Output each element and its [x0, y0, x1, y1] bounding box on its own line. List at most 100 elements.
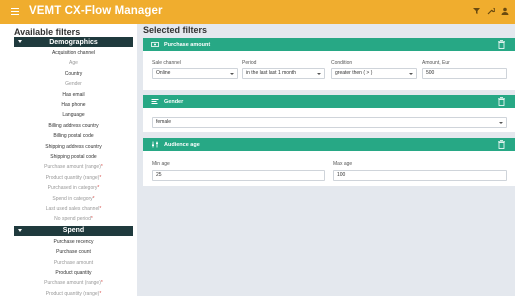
filter-item-label: Country	[64, 70, 83, 77]
gender-value: female	[156, 119, 172, 125]
filter-item[interactable]: Last used sales channel*	[14, 204, 133, 214]
condition-select[interactable]: greater then ( > )	[331, 68, 417, 79]
gender-select[interactable]: female	[152, 117, 507, 128]
chevron-down-icon	[499, 121, 503, 124]
tools-icon[interactable]	[487, 7, 496, 15]
sale-channel-value: Online	[156, 70, 171, 76]
section-header-spend[interactable]: Spend	[14, 225, 133, 236]
filter-item[interactable]: Spend in category*	[14, 194, 133, 204]
period-select[interactable]: in the last last 1 month	[242, 68, 325, 79]
filter-item[interactable]: Purchase amount	[14, 258, 133, 268]
filter-item-label: Has phone	[61, 102, 86, 108]
filter-item[interactable]: Product quantity (range)*	[14, 289, 133, 296]
filter-item-label: Purchased in category	[47, 185, 98, 192]
section-header-demographics[interactable]: Demographics	[14, 37, 133, 47]
sale-channel-select[interactable]: Online	[152, 68, 238, 79]
period-label: Period	[242, 60, 257, 66]
filter-item[interactable]: Country	[14, 69, 133, 79]
filter-item-label: Purchase recency	[53, 238, 94, 245]
filter-item[interactable]: Shipping postal code	[14, 152, 133, 162]
required-star: *	[92, 195, 95, 202]
app-title: VEMT CX-Flow Manager	[29, 5, 163, 17]
filter-item[interactable]: Purchase count	[14, 247, 133, 257]
filter-item-label: Purchase amount (range)	[44, 280, 101, 287]
filter-item[interactable]: Purchase amount (range)*	[14, 278, 133, 288]
filter-item-label: Purchase amount	[53, 259, 94, 266]
section-label: Spend	[62, 227, 85, 235]
purchase-amount-card: Purchase amount Sale channel Online Peri…	[143, 38, 515, 90]
filter-item-label: Billing address country	[48, 122, 99, 129]
top-bar: VEMT CX-Flow Manager	[0, 0, 515, 24]
required-star: *	[97, 185, 100, 192]
card-header: Purchase amount	[143, 38, 515, 51]
hamburger-menu-icon[interactable]	[11, 8, 19, 15]
filter-item-label: No spend period	[54, 216, 91, 223]
list-icon	[151, 98, 159, 105]
filter-item-label: Shipping address country	[45, 143, 102, 150]
condition-label: Condition	[331, 60, 353, 66]
condition-value: greater then ( > )	[335, 70, 373, 76]
filter-item-label: Purchase amount (range)	[44, 164, 101, 171]
card-title: Purchase amount	[164, 42, 211, 48]
filter-item-label: Product quantity (range)	[45, 174, 100, 181]
filter-item-label: Language	[62, 112, 85, 119]
section-label: Demographics	[49, 38, 98, 46]
max-age-input[interactable]: 100	[333, 170, 507, 181]
filter-item[interactable]: Age	[14, 58, 133, 68]
period-value: in the last last 1 month	[246, 70, 297, 76]
filter-item[interactable]: Purchased in category*	[14, 183, 133, 193]
header-icons	[473, 7, 509, 15]
required-star: *	[100, 280, 103, 287]
filter-item[interactable]: No spend period*	[14, 214, 133, 224]
filter-item-label: Age	[69, 60, 78, 67]
sidebar-title: Available filters	[14, 27, 81, 37]
filter-item[interactable]: Language	[14, 110, 133, 120]
filter-item[interactable]: Gender	[14, 79, 133, 89]
filter-item[interactable]: Billing address country	[14, 121, 133, 131]
card-title: Gender	[164, 99, 184, 105]
filter-item-label: Acquisition channel	[51, 50, 96, 56]
required-star: *	[99, 174, 102, 181]
available-filters-sidebar: Available filters Demographics Acquisitio…	[0, 24, 137, 296]
filter-item-label: Product quantity (range)	[45, 290, 100, 296]
page-title: Selected filters	[143, 25, 208, 35]
filter-item[interactable]: Has phone	[14, 100, 133, 110]
chevron-down-icon	[317, 72, 321, 75]
min-age-label: Min age	[152, 161, 170, 167]
min-age-input[interactable]: 25	[152, 170, 325, 181]
filter-item[interactable]: Billing postal code	[14, 131, 133, 141]
trash-icon[interactable]	[498, 97, 505, 106]
filter-item-label: Last used sales channel	[45, 206, 100, 212]
user-icon[interactable]	[501, 7, 509, 15]
filter-item[interactable]: Purchase recency	[14, 237, 133, 247]
required-star: *	[100, 164, 103, 171]
trash-icon[interactable]	[498, 40, 505, 49]
sale-channel-label: Sale channel	[152, 60, 181, 66]
card-header: Gender	[143, 95, 515, 108]
card-title: Audience age	[164, 142, 200, 148]
caret-down-icon	[18, 40, 22, 43]
filter-item[interactable]: Acquisition channel	[14, 48, 133, 58]
filter-item-label: Billing postal code	[53, 133, 94, 140]
chevron-down-icon	[230, 72, 234, 75]
amount-input[interactable]: 500	[422, 68, 507, 79]
filter-item[interactable]: Purchase amount (range)*	[14, 162, 133, 172]
filter-settings-icon[interactable]	[473, 7, 481, 15]
filter-item[interactable]: Product quantity (range)*	[14, 173, 133, 183]
filter-item-label: Shipping postal code	[50, 154, 97, 160]
gender-card: Gender female	[143, 95, 515, 132]
filter-item-label: Spend in category	[52, 195, 93, 202]
filter-item[interactable]: Shipping address country	[14, 142, 133, 152]
chevron-down-icon	[409, 72, 413, 75]
max-age-label: Max age	[333, 161, 353, 167]
filter-item[interactable]: Has email	[14, 90, 133, 100]
amount-label: Amount, Eur	[422, 60, 450, 66]
required-star: *	[90, 216, 93, 223]
trash-icon[interactable]	[498, 140, 505, 149]
caret-down-icon	[18, 228, 22, 232]
card-header: Audience age	[143, 138, 515, 151]
required-star: *	[99, 290, 102, 296]
money-icon	[151, 41, 159, 48]
audience-age-card: Audience age Min age 25 Max age 100	[143, 138, 515, 186]
filter-item[interactable]: Product quantity	[14, 268, 133, 278]
